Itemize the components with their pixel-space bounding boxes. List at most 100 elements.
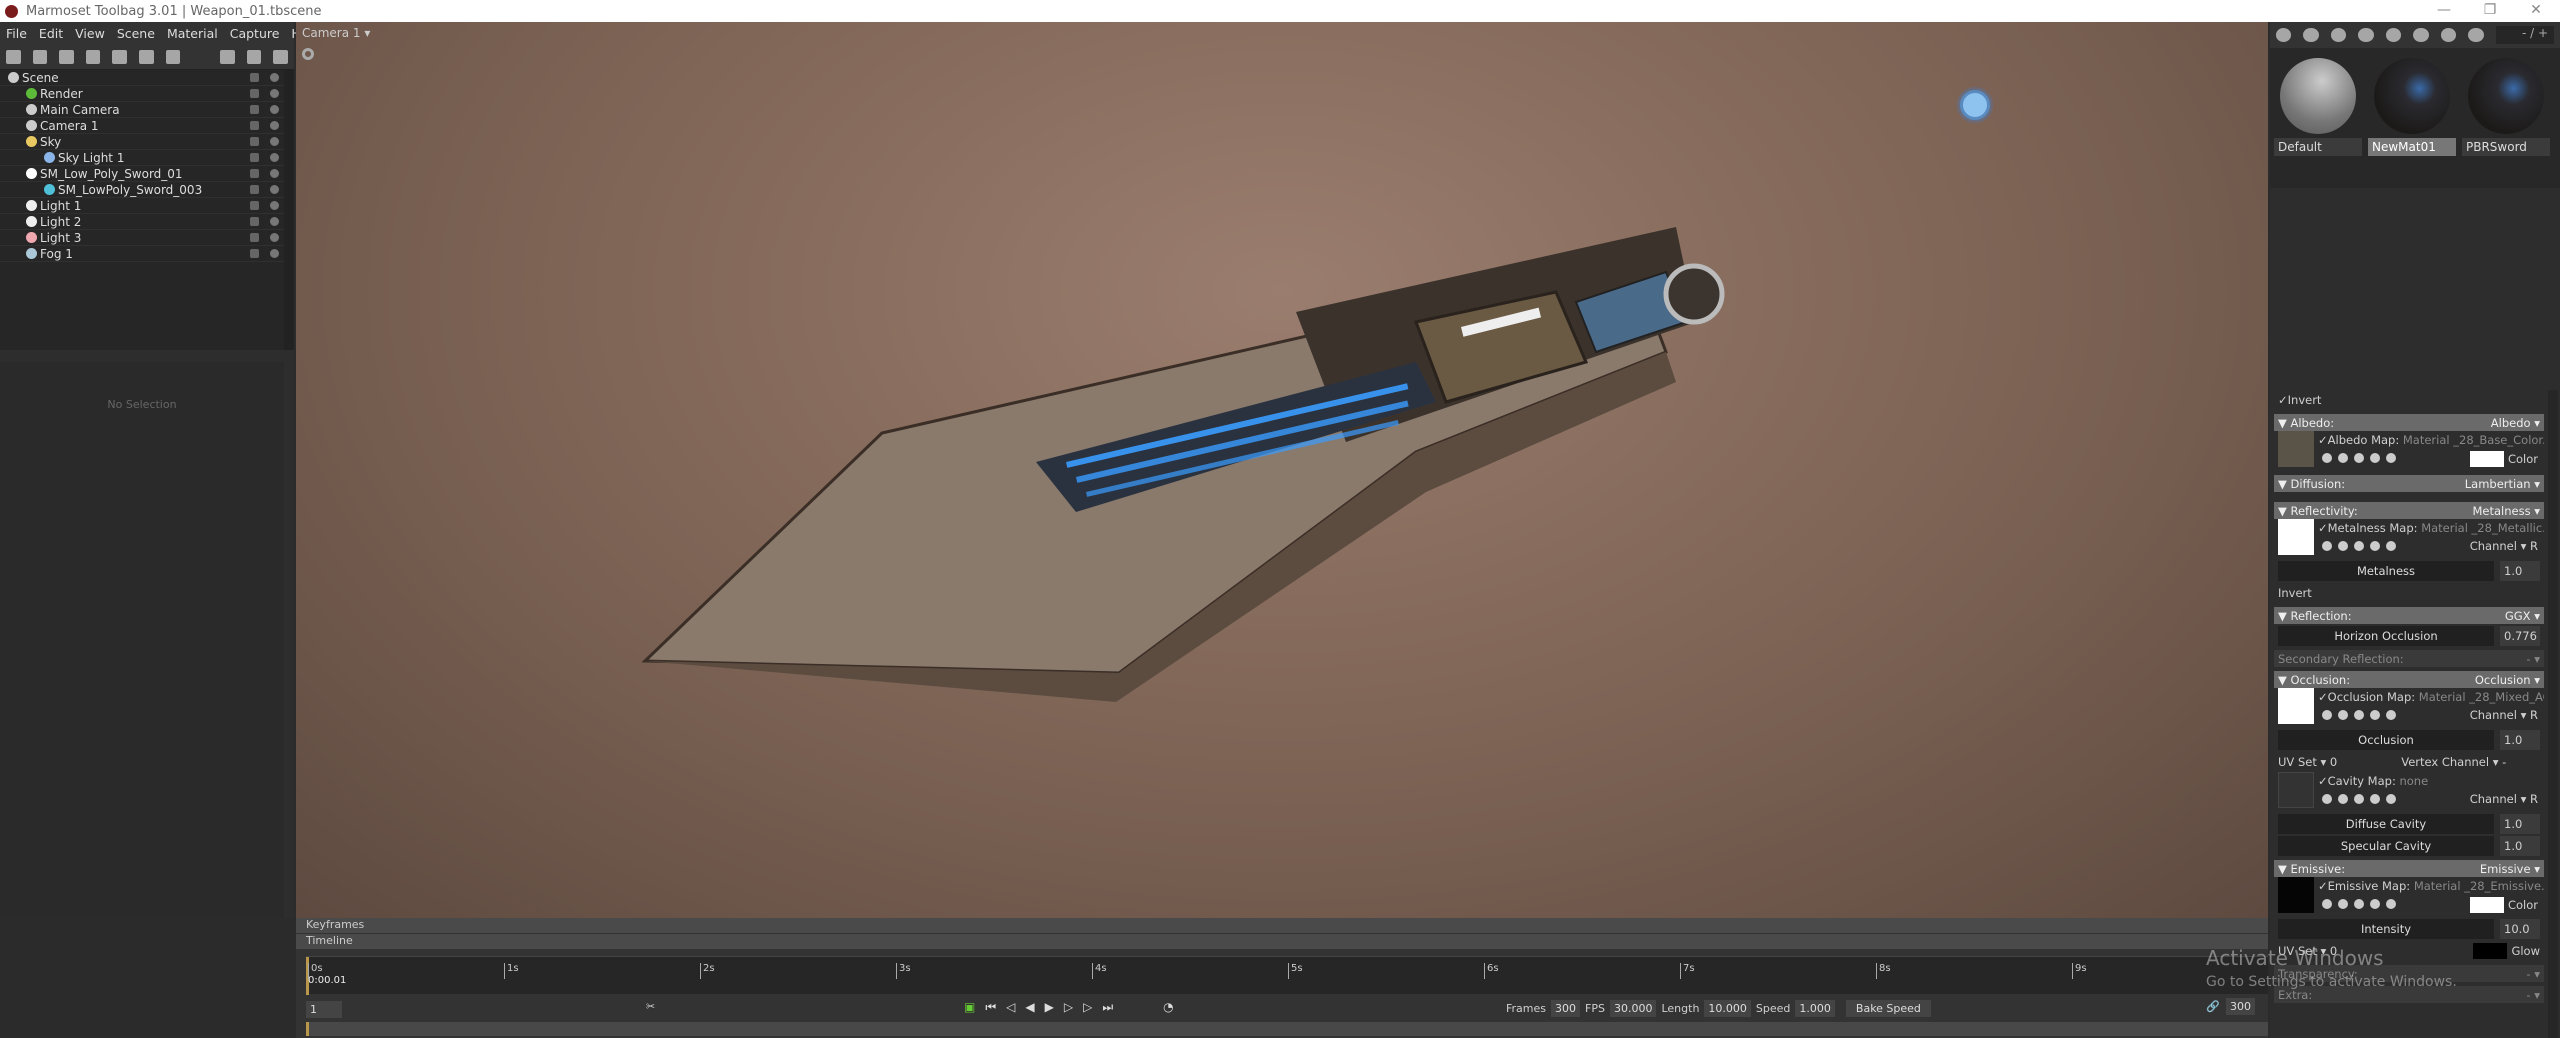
export-material-icon[interactable]: [2468, 28, 2484, 42]
reload-icon[interactable]: [2370, 453, 2380, 463]
albedo-map-checkbox[interactable]: ✓Albedo Map:: [2318, 433, 2399, 447]
timeline-ruler[interactable]: 0:00.01 0s 1s 2s 3s 4s 5s 6s 7s 8s 9s: [306, 956, 2268, 995]
visibility-eye-icon[interactable]: [270, 137, 279, 146]
speed-field[interactable]: 1.000: [1795, 1000, 1835, 1017]
next-frame-icon[interactable]: ▷: [1064, 1000, 1073, 1015]
reflection-mode-dropdown[interactable]: GGX ▾: [2505, 609, 2540, 623]
horizon-occlusion-slider[interactable]: Horizon Occlusion 0.776: [2278, 626, 2540, 646]
scene-tree-item[interactable]: Light 2: [0, 214, 284, 230]
reflectivity-mode-dropdown[interactable]: Metalness ▾: [2472, 504, 2540, 518]
albedo-thumbnail[interactable]: [2278, 431, 2314, 467]
occlusion-value[interactable]: 1.0: [2500, 730, 2540, 750]
visibility-eye-icon[interactable]: [270, 217, 279, 226]
lock-icon[interactable]: [250, 185, 259, 194]
folder-icon[interactable]: [220, 49, 235, 64]
settings-icon[interactable]: [2322, 453, 2332, 463]
visibility-eye-icon[interactable]: [270, 153, 279, 162]
folder-icon[interactable]: [2358, 28, 2374, 42]
sun-light-gizmo-icon[interactable]: [1960, 90, 1990, 120]
settings-icon[interactable]: [2322, 710, 2332, 720]
material-pager[interactable]: - / +: [2495, 26, 2554, 44]
checker-icon[interactable]: [2330, 28, 2347, 42]
pencil-icon[interactable]: [2354, 710, 2364, 720]
settings-icon[interactable]: [2322, 794, 2332, 804]
metalness-invert-checkbox[interactable]: Invert: [2274, 583, 2544, 603]
albedo-color-swatch[interactable]: [2469, 451, 2504, 467]
search-icon[interactable]: [2338, 794, 2348, 804]
play-icon[interactable]: ▶: [1045, 1000, 1054, 1015]
pencil-icon[interactable]: [2354, 794, 2364, 804]
assign-material-icon[interactable]: [2413, 28, 2429, 42]
visibility-eye-icon[interactable]: [270, 185, 279, 194]
glow-color-swatch[interactable]: [2473, 943, 2508, 959]
close-icon[interactable]: [2386, 541, 2396, 551]
add-light-icon[interactable]: [32, 49, 48, 64]
prev-key-icon[interactable]: ◁: [1006, 1000, 1015, 1015]
menu-edit[interactable]: Edit: [33, 26, 69, 41]
material-default[interactable]: Default: [2274, 54, 2362, 182]
add-mesh-icon[interactable]: [6, 49, 21, 64]
metalness-slider[interactable]: Metalness 1.0: [2278, 561, 2540, 581]
visibility-eye-icon[interactable]: [270, 89, 279, 98]
keyframes-header[interactable]: Keyframes: [296, 918, 2268, 933]
close-icon[interactable]: [2386, 899, 2396, 909]
emissive-thumbnail[interactable]: [2278, 877, 2314, 913]
current-frame-field[interactable]: 1: [306, 1000, 342, 1018]
lock-icon[interactable]: [250, 217, 259, 226]
uv-set-dropdown[interactable]: UV Set ▾ 0: [2278, 755, 2337, 769]
scene-tree-item[interactable]: Sky: [0, 134, 284, 150]
specular-cavity-slider[interactable]: Specular Cavity 1.0: [2278, 836, 2540, 856]
visibility-eye-icon[interactable]: [270, 249, 279, 258]
close-icon[interactable]: [2386, 710, 2396, 720]
scene-tree-item[interactable]: Sky Light 1: [0, 150, 284, 166]
emissive-map-checkbox[interactable]: ✓Emissive Map:: [2318, 879, 2410, 893]
search-icon[interactable]: [2338, 710, 2348, 720]
lock-icon[interactable]: [250, 201, 259, 210]
visibility-eye-icon[interactable]: [270, 233, 279, 242]
visibility-eye-icon[interactable]: [270, 105, 279, 114]
add-camera-icon[interactable]: [59, 49, 74, 64]
emissive-map-file[interactable]: Material _28_Emissive.png: [2414, 879, 2544, 893]
pencil-icon[interactable]: [2354, 899, 2364, 909]
scene-tree-item[interactable]: Light 3: [0, 230, 284, 246]
occlusion-map-file[interactable]: Material _28_Mixed_AO.png: [2419, 690, 2544, 704]
reload-icon[interactable]: [2370, 541, 2380, 551]
frames-field[interactable]: 300: [1551, 1000, 1581, 1017]
menu-scene[interactable]: Scene: [111, 26, 161, 41]
albedo-map-file[interactable]: Material _28_Base_Color.png: [2403, 433, 2544, 447]
close-icon[interactable]: [2386, 794, 2396, 804]
scene-tree-item[interactable]: SM_Low_Poly_Sword_01: [0, 166, 284, 182]
metalness-map-checkbox[interactable]: ✓Metalness Map:: [2318, 521, 2418, 535]
occlusion-slider[interactable]: Occlusion 1.0: [2278, 730, 2540, 750]
end-frame-field[interactable]: 300: [2226, 998, 2255, 1015]
next-key-icon[interactable]: ▷: [1083, 1000, 1092, 1015]
invert-checkbox[interactable]: ✓Invert: [2274, 390, 2544, 410]
duplicate-icon[interactable]: [246, 49, 262, 64]
specular-cavity-value[interactable]: 1.0: [2500, 836, 2540, 856]
cavity-map-file[interactable]: none: [2399, 774, 2428, 788]
fps-field[interactable]: 30.000: [1609, 1000, 1657, 1017]
lock-icon[interactable]: [250, 137, 259, 146]
menu-view[interactable]: View: [69, 26, 111, 41]
visibility-eye-icon[interactable]: [270, 73, 279, 82]
occlusion-thumbnail[interactable]: [2278, 688, 2314, 724]
transparency-mode-dropdown[interactable]: - ▾: [2526, 967, 2540, 981]
import-material-icon[interactable]: [2440, 28, 2457, 42]
scissors-icon[interactable]: ✂: [646, 1000, 655, 1013]
intensity-value[interactable]: 10.0: [2500, 919, 2540, 939]
metalness-value[interactable]: 1.0: [2500, 561, 2540, 581]
emissive-mode-dropdown[interactable]: Emissive ▾: [2480, 862, 2540, 876]
scene-tree-scrollbar[interactable]: [284, 70, 294, 350]
reload-icon[interactable]: [2370, 710, 2380, 720]
settings-icon[interactable]: [2322, 541, 2332, 551]
scene-tree-item[interactable]: Main Camera: [0, 102, 284, 118]
pencil-icon[interactable]: [2354, 541, 2364, 551]
new-material-icon[interactable]: [2276, 28, 2292, 42]
add-shadow-catcher-icon[interactable]: [138, 49, 154, 64]
channel-dropdown[interactable]: Channel ▾ R: [2470, 708, 2538, 722]
add-turntable-icon[interactable]: [85, 49, 101, 64]
menu-capture[interactable]: Capture: [224, 26, 286, 41]
bake-speed-button[interactable]: Bake Speed: [1845, 1000, 1931, 1017]
lock-icon[interactable]: [250, 153, 259, 162]
cavity-map-checkbox[interactable]: ✓Cavity Map:: [2318, 774, 2396, 788]
